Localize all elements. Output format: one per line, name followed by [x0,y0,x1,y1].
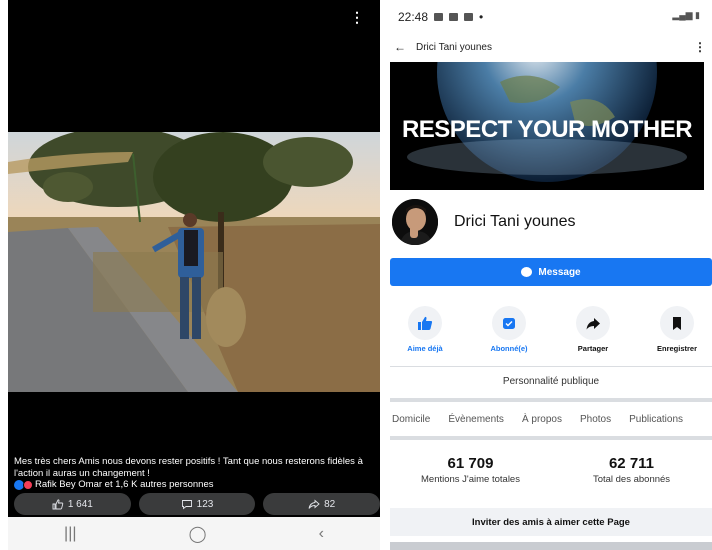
status-bar: 22:48 • [398,10,483,24]
tab-events[interactable]: Évènements [448,414,504,425]
love-reaction-icon [23,479,33,490]
shares-count: 82 [324,498,336,510]
message-label: Message [538,266,581,278]
page-header: ← Drici Tani younes ⋮ [394,40,706,54]
thumbs-up-icon [418,316,433,330]
following-button[interactable]: Abonné(e) [474,306,544,353]
comments-count: 123 [196,498,214,510]
like-button[interactable]: 1 641 [14,493,131,515]
invite-friends-button[interactable]: Inviter des amis à aimer cette Page [390,508,712,536]
post-actions: 1 641 123 82 [14,493,380,515]
reactions-text: Rafik Bey Omar et 1,6 K autres personnes [35,479,214,490]
screenshot-root: ⋮ Mes très chers Amis nous devons rester… [0,0,712,550]
share-icon [308,499,320,509]
photo-viewer: ⋮ Mes très chers Amis nous devons rester… [8,0,380,550]
more-notifications-icon: • [479,10,484,24]
messenger-icon [521,267,533,277]
more-options-icon[interactable]: ⋮ [694,40,706,54]
share-label: Partager [577,344,609,353]
tab-about[interactable]: À propos [522,414,562,425]
divider [390,366,712,367]
video-notification-icon [464,13,474,21]
bookmark-icon [673,316,681,330]
total-likes-label: Mentions J'aime totales [421,474,520,485]
page-category: Personnalité publique [502,376,600,387]
page-tabs: Domicile Évènements À propos Photos Publ… [390,398,712,440]
gallery-notification-icon [434,13,444,21]
tab-posts[interactable]: Publications [629,414,683,425]
tab-home[interactable]: Domicile [392,414,430,425]
status-time: 22:48 [398,10,429,24]
followers-stat: 62 711 Total des abonnés [551,446,712,494]
total-likes-value: 61 709 [447,455,494,472]
like-icon [52,498,64,509]
quick-actions: Aime déjà Abonné(e) Partager Enregistrer [390,306,712,353]
avatar[interactable] [390,197,440,247]
save-button[interactable]: Enregistrer [642,306,712,353]
facebook-page: 22:48 • ▂▄▆ ▮ ← Drici Tani younes ⋮ RESP… [382,0,712,550]
following-label: Abonné(e) [490,344,528,353]
cover-text: RESPECT YOUR MOTHER [401,116,693,143]
comment-icon [181,499,192,509]
signal-battery-icon: ▂▄▆ ▮ [672,10,700,20]
message-button[interactable]: Message [390,258,712,286]
avatar-photo [392,199,438,245]
tab-photos[interactable]: Photos [580,414,611,425]
total-followers-value: 62 711 [608,455,655,472]
video-notification-icon [449,13,459,21]
android-nav-bar: ||| ◯ ‹ [8,517,380,550]
post-caption: Mes très chers Amis nous devons rester p… [14,456,363,479]
share-page-button[interactable]: Partager [558,306,628,353]
header-page-name: Drici Tani younes [416,41,492,53]
total-followers-label: Total des abonnés [592,474,671,485]
likes-count: 1 641 [67,498,93,510]
save-label: Enregistrer [656,344,698,353]
page-title: Drici Tani younes [454,213,576,230]
share-arrow-icon [586,317,600,329]
recents-icon[interactable]: ||| [64,525,76,543]
share-button[interactable]: 82 [263,493,380,515]
reactions-summary[interactable]: Rafik Bey Omar et 1,6 K autres personnes [14,479,213,490]
page-stats: 61 709 Mentions J'aime totales 62 711 To… [390,446,712,494]
liked-button[interactable]: Aime déjà [390,306,460,353]
back-icon[interactable]: ‹ [319,525,324,543]
section-separator [390,542,712,550]
likes-stat: 61 709 Mentions J'aime totales [390,446,551,494]
post-photo[interactable] [8,132,380,392]
following-icon [503,317,515,329]
cover-photo[interactable]: RESPECT YOUR MOTHER [390,62,704,190]
back-arrow-icon[interactable]: ← [394,40,416,54]
photo-graphic [8,132,380,392]
comment-button[interactable]: 123 [138,493,256,515]
more-vert-icon[interactable]: ⋮ [350,10,364,24]
home-icon[interactable]: ◯ [189,524,207,544]
liked-label: Aime déjà [407,344,443,353]
